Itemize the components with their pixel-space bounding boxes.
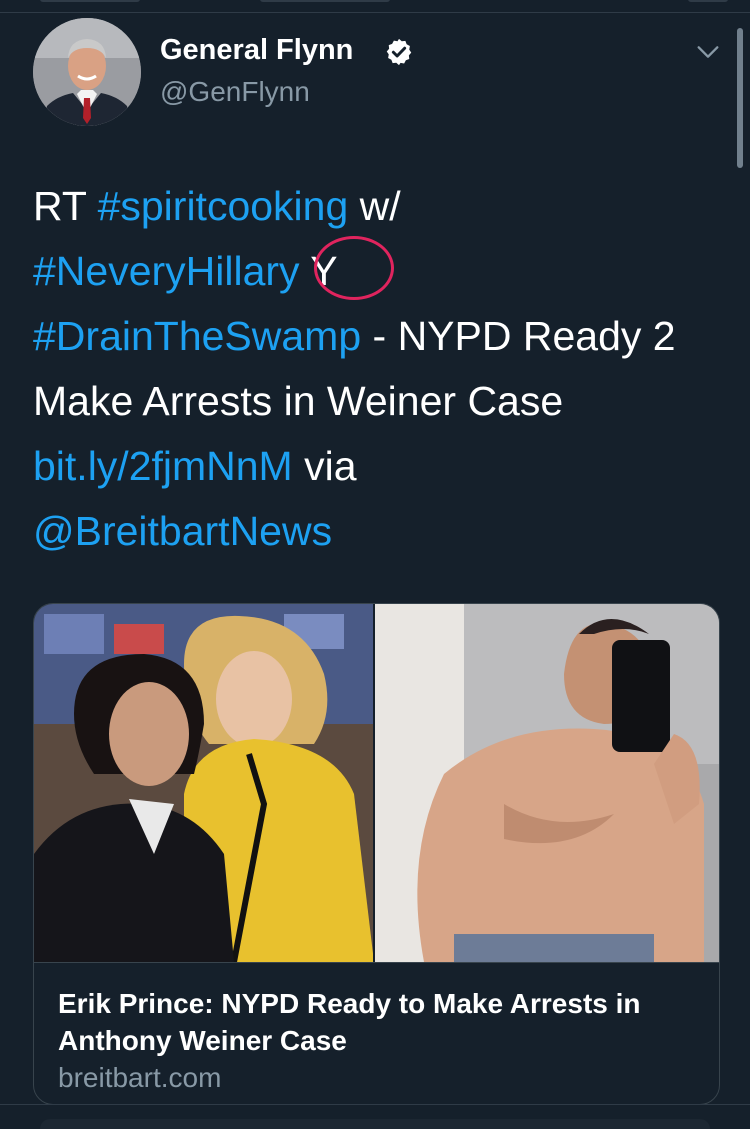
tweet-text-segment: Y <box>299 248 338 294</box>
link-preview-card[interactable]: Erik Prince: NYPD Ready to Make Arrests … <box>33 603 720 1105</box>
card-domain: breitbart.com <box>58 1062 222 1093</box>
card-image[interactable] <box>34 604 719 962</box>
author-name[interactable]: General Flynn <box>160 34 353 67</box>
author-avatar[interactable] <box>33 18 141 126</box>
top-bar-remnant <box>0 0 750 13</box>
tweet-text: RT #spiritcooking w/ #NeveryHillary Y #D… <box>33 174 723 564</box>
card-body[interactable]: Erik Prince: NYPD Ready to Make Arrests … <box>34 962 719 1104</box>
tweet-text-segment: via <box>292 443 357 489</box>
card-title[interactable]: Erik Prince: NYPD Ready to Make Arrests … <box>58 985 698 1059</box>
bottom-bar-remnant <box>0 1104 750 1129</box>
hashtag-link[interactable]: #NeveryHillary <box>33 248 300 294</box>
scrollbar[interactable] <box>737 28 743 168</box>
mention-link[interactable]: @BreitbartNews <box>33 508 332 554</box>
verified-badge-icon <box>386 38 412 66</box>
url-link[interactable]: bit.ly/2fjmNnM <box>33 443 293 489</box>
tweet-text-segment: RT <box>33 183 98 229</box>
hashtag-link[interactable]: #spiritcooking <box>98 183 349 229</box>
hashtag-link[interactable]: #DrainTheSwamp <box>33 313 361 359</box>
tweet-text-segment: w/ <box>348 183 401 229</box>
tweet-screen: General Flynn @GenFlynn RT #spiritcookin… <box>0 0 750 1129</box>
author-handle[interactable]: @GenFlynn <box>160 76 310 108</box>
chevron-down-icon[interactable] <box>694 38 722 66</box>
